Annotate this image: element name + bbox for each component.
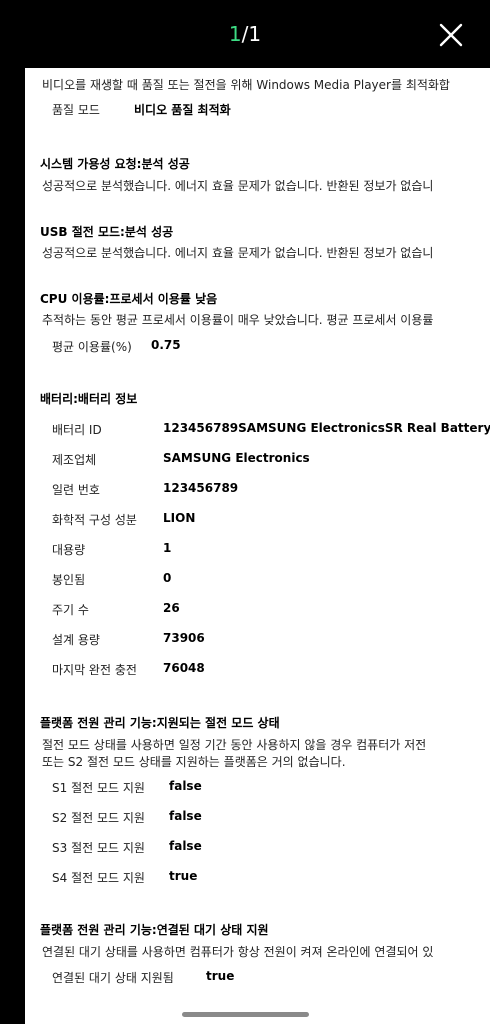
- cpu-average-label: 평균 이용률(%): [52, 340, 132, 354]
- connected-standby-value: true: [206, 969, 235, 983]
- quality-mode-label: 품질 모드: [52, 103, 100, 117]
- sleep-state-label: S2 절전 모드 지원: [52, 811, 145, 825]
- current-page-number: 1: [228, 22, 242, 46]
- sleep-state-value: true: [169, 869, 198, 883]
- battery-row-label: 화학적 구성 성분: [52, 513, 137, 527]
- cpu-heading: CPU 이용률:프로세서 이용률 낮음: [40, 292, 218, 306]
- usb-heading: USB 절전 모드:분석 성공: [40, 225, 174, 239]
- battery-row-value: 123456789: [163, 481, 239, 495]
- battery-row-value: 1: [163, 541, 172, 555]
- battery-row-value: 76048: [163, 661, 205, 675]
- battery-row-value: 0: [163, 571, 172, 585]
- connected-standby-description: 연결된 대기 상태를 사용하면 컴퓨터가 항상 전원이 켜져 온라인에 연결되어…: [42, 945, 434, 959]
- sleep-state-value: false: [169, 779, 202, 793]
- battery-row-value: SAMSUNG Electronics: [163, 451, 310, 465]
- sleep-states-description-line2: 또는 S2 절전 모드 상태를 지원하는 플랫폼은 거의 없습니다.: [42, 755, 346, 769]
- connected-standby-label: 연결된 대기 상태 지원됨: [52, 971, 174, 985]
- battery-row-label: 설계 용량: [52, 633, 100, 647]
- connected-standby-heading: 플랫폼 전원 관리 기능:연결된 대기 상태 지원: [40, 923, 269, 937]
- sleep-states-heading: 플랫폼 전원 관리 기능:지원되는 절전 모드 상태: [40, 716, 280, 730]
- battery-row-label: 봉인됨: [52, 573, 86, 587]
- battery-row-value: 123456789SAMSUNG ElectronicsSR Real Batt…: [163, 421, 490, 435]
- sleep-state-value: false: [169, 809, 202, 823]
- availability-description: 성공적으로 분석했습니다. 에너지 효율 문제가 없습니다. 반환된 정보가 없…: [42, 179, 434, 193]
- battery-row-label: 마지막 완전 충전: [52, 663, 137, 677]
- battery-row-label: 대용량: [52, 543, 86, 557]
- usb-description: 성공적으로 분석했습니다. 에너지 효율 문제가 없습니다. 반환된 정보가 없…: [42, 246, 434, 260]
- sleep-state-label: S4 절전 모드 지원: [52, 871, 145, 885]
- cpu-description: 추적하는 동안 평균 프로세서 이용률이 매우 낮았습니다. 평균 프로세서 이…: [42, 313, 434, 327]
- availability-heading: 시스템 가용성 요청:분석 성공: [40, 157, 190, 171]
- home-indicator[interactable]: [182, 1012, 309, 1017]
- cpu-average-value: 0.75: [151, 338, 181, 352]
- close-button[interactable]: [432, 16, 470, 54]
- multimedia-description: 비디오를 재생할 때 품질 또는 절전을 위해 Windows Media Pl…: [42, 78, 450, 92]
- sleep-states-description-line1: 절전 모드 상태를 사용하면 일정 기간 동안 사용하지 않을 경우 컴퓨터가 …: [42, 738, 427, 752]
- sleep-state-label: S3 절전 모드 지원: [52, 841, 145, 855]
- battery-heading: 배터리:배터리 정보: [40, 392, 138, 406]
- total-page-number: 1: [248, 22, 262, 46]
- sleep-state-value: false: [169, 839, 202, 853]
- battery-row-value: 26: [163, 601, 180, 615]
- close-icon: [439, 23, 463, 47]
- battery-row-value: LION: [163, 511, 196, 525]
- page-counter: 1/1: [0, 22, 490, 46]
- document-page[interactable]: 비디오를 재생할 때 품질 또는 절전을 위해 Windows Media Pl…: [25, 68, 490, 1024]
- battery-row-value: 73906: [163, 631, 205, 645]
- battery-row-label: 주기 수: [52, 603, 89, 617]
- viewer-top-bar: 1/1: [0, 0, 490, 68]
- sleep-state-label: S1 절전 모드 지원: [52, 781, 145, 795]
- battery-row-label: 배터리 ID: [52, 423, 102, 437]
- battery-row-label: 일련 번호: [52, 483, 100, 497]
- quality-mode-value: 비디오 품질 최적화: [134, 103, 231, 117]
- battery-row-label: 제조업체: [52, 453, 97, 467]
